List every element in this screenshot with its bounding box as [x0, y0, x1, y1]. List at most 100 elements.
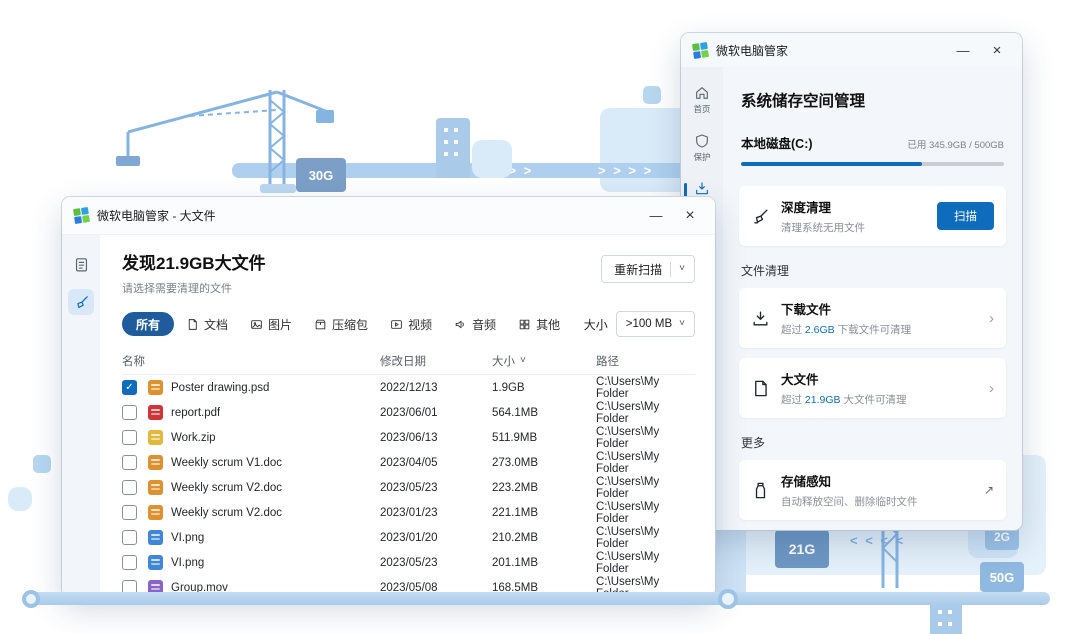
broom-icon — [751, 207, 770, 226]
file-path: C:\Users\My Folder — [596, 476, 695, 500]
download-files-card[interactable]: 下载文件 超过 2.6GB 下载文件可清理 › — [739, 288, 1006, 348]
minimize-button[interactable]: — — [641, 203, 671, 229]
decor-arrows-top-2: > > > > — [598, 163, 653, 179]
file-table: 名称 修改日期 大小 ˅ 路径 ✓ Poster drawing.psd 202… — [122, 347, 695, 597]
size-select[interactable]: >100 MB ˅ — [616, 311, 695, 337]
video-icon — [390, 318, 403, 331]
decor-pipe-joint-mid — [718, 589, 738, 609]
page-title: 系统储存空间管理 — [741, 89, 1006, 111]
row-checkbox[interactable] — [122, 480, 137, 495]
row-checkbox[interactable] — [122, 505, 137, 520]
doc-file-icon — [148, 505, 163, 520]
nav-label: 保护 — [693, 151, 710, 163]
storage-sense-title: 存储感知 — [781, 471, 973, 490]
close-icon: × — [685, 207, 694, 225]
file-size: 223.2MB — [492, 482, 596, 494]
table-row[interactable]: ✓ Poster drawing.psd 2022/12/13 1.9GB C:… — [122, 375, 695, 400]
sidebar-item-cleanup[interactable] — [68, 289, 94, 315]
file-size: 210.2MB — [492, 532, 596, 544]
download-card-title: 下载文件 — [781, 299, 978, 318]
filter-label: 图片 — [268, 316, 292, 333]
column-size[interactable]: 大小 ˅ — [492, 353, 596, 369]
minimize-button[interactable]: — — [948, 37, 978, 63]
sidebar-item-report[interactable] — [68, 251, 94, 277]
close-icon: × — [993, 42, 1002, 59]
file-name: Work.zip — [171, 432, 216, 444]
scan-button[interactable]: 扫描 — [937, 202, 994, 230]
close-button[interactable]: × — [675, 203, 705, 229]
table-row[interactable]: Work.zip 2023/06/13 511.9MB C:\Users\My … — [122, 425, 695, 450]
doc-file-icon — [148, 455, 163, 470]
decor-crate-21g: 21G — [775, 530, 829, 568]
filter-pictures[interactable]: 图片 — [240, 312, 302, 336]
column-name[interactable]: 名称 — [122, 353, 380, 369]
side-window: 微软电脑管家 — × 首页 保护 储存 — [681, 33, 1022, 530]
file-path: C:\Users\My Folder — [596, 451, 695, 475]
file-date: 2023/01/23 — [380, 507, 492, 519]
deep-clean-title: 深度清理 — [781, 197, 926, 216]
filter-label: 文档 — [204, 316, 228, 333]
decor-square-left-1 — [33, 455, 51, 473]
file-icon — [751, 379, 770, 398]
button-divider — [670, 262, 671, 277]
row-checkbox[interactable] — [122, 530, 137, 545]
nav-item-protection[interactable]: 保护 — [681, 129, 723, 167]
table-row[interactable]: Weekly scrum V2.doc 2023/01/23 221.1MB C… — [122, 500, 695, 525]
filter-label: 所有 — [136, 316, 160, 333]
file-size: 1.9GB — [492, 382, 596, 394]
decor-crate-50g: 50G — [980, 562, 1024, 592]
chevron-right-icon: › — [989, 380, 994, 397]
sort-chevron-icon: ˅ — [520, 356, 526, 366]
row-checkbox[interactable] — [122, 555, 137, 570]
filter-others[interactable]: 其他 — [508, 312, 570, 336]
table-header: 名称 修改日期 大小 ˅ 路径 — [122, 347, 695, 375]
filter-label: 压缩包 — [332, 316, 368, 333]
disk-label: 本地磁盘(C:) — [741, 133, 813, 152]
filter-tabs: 所有 文档 图片 压缩包 — [122, 312, 570, 336]
filter-audio[interactable]: 音频 — [444, 312, 506, 336]
minimize-icon: — — [650, 208, 663, 223]
cleanup-broom-icon — [73, 294, 90, 311]
nav-item-home[interactable]: 首页 — [681, 81, 723, 119]
table-row[interactable]: VI.png 2023/01/20 210.2MB C:\Users\My Fo… — [122, 525, 695, 550]
table-row[interactable]: Weekly scrum V2.doc 2023/05/23 223.2MB C… — [122, 475, 695, 500]
filter-all[interactable]: 所有 — [122, 312, 174, 336]
decor-building-top — [436, 118, 470, 178]
row-checkbox[interactable] — [122, 430, 137, 445]
png-file-icon — [148, 555, 163, 570]
filter-label: 音频 — [472, 316, 496, 333]
file-size: 221.1MB — [492, 507, 596, 519]
decor-blob-topright — [600, 108, 690, 192]
table-row[interactable]: report.pdf 2023/06/01 564.1MB C:\Users\M… — [122, 400, 695, 425]
rescan-button[interactable]: 重新扫描 ˅ — [601, 255, 695, 283]
table-row[interactable]: VI.png 2023/05/23 201.1MB C:\Users\My Fo… — [122, 550, 695, 575]
file-path: C:\Users\My Folder — [596, 426, 695, 450]
row-checkbox[interactable]: ✓ — [122, 380, 137, 395]
row-checkbox[interactable] — [122, 405, 137, 420]
column-date[interactable]: 修改日期 — [380, 353, 492, 369]
decor-bottom-pipe — [30, 592, 1050, 605]
storage-sense-icon — [751, 481, 770, 500]
filter-documents[interactable]: 文档 — [176, 312, 238, 336]
big-files-card[interactable]: 大文件 超过 21.9GB 大文件可清理 › — [739, 358, 1006, 418]
close-button[interactable]: × — [982, 37, 1012, 63]
main-window-titlebar: 微软电脑管家 - 大文件 — × — [62, 197, 715, 235]
column-path[interactable]: 路径 — [596, 353, 695, 369]
row-checkbox[interactable] — [122, 455, 137, 470]
side-window-title: 微软电脑管家 — [716, 42, 788, 59]
main-window: 微软电脑管家 - 大文件 — × 发现21.9GB大文件 请 — [62, 197, 715, 597]
table-row[interactable]: Weekly scrum V1.doc 2023/04/05 273.0MB C… — [122, 450, 695, 475]
external-link-icon: ↗ — [984, 483, 994, 497]
file-size: 564.1MB — [492, 407, 596, 419]
filter-archives[interactable]: 压缩包 — [304, 312, 378, 336]
size-select-value: >100 MB — [626, 318, 672, 330]
app-logo-icon — [692, 42, 709, 59]
deep-clean-card[interactable]: 深度清理 清理系统无用文件 扫描 — [739, 186, 1006, 246]
storage-sense-card[interactable]: 存储感知 自动释放空间、删除临时文件 ↗ — [739, 460, 1006, 520]
minimize-icon: — — [957, 43, 970, 58]
filter-videos[interactable]: 视频 — [380, 312, 442, 336]
decor-block-top — [472, 140, 512, 178]
image-icon — [250, 318, 263, 331]
decor-label-2g: 2G — [994, 530, 1010, 544]
file-name: VI.png — [171, 532, 204, 544]
